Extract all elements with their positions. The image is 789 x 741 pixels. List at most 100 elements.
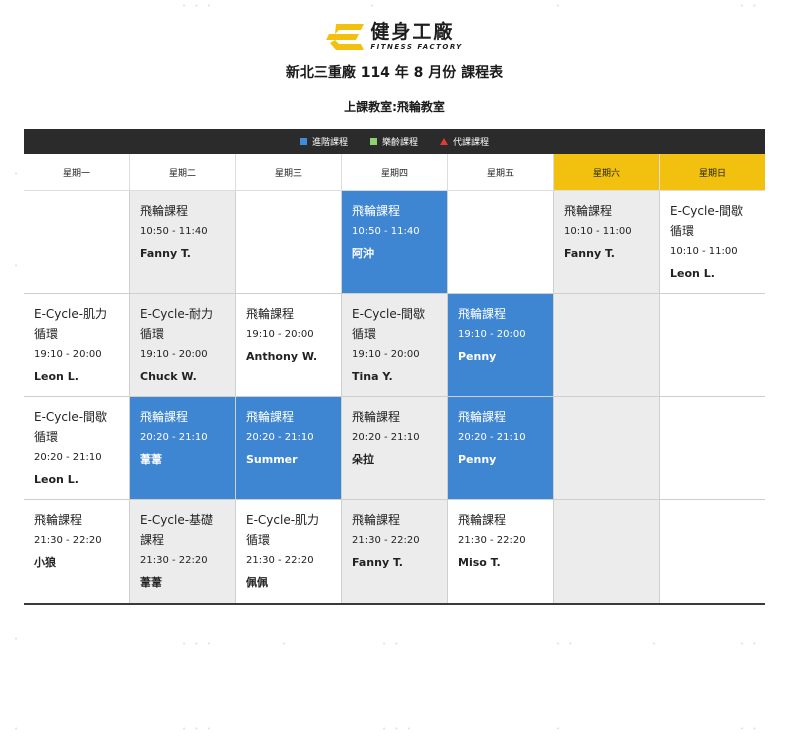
class-slot: E-Cycle-肌力循環 21:30 - 22:20 佩佩: [236, 500, 342, 603]
class-slot: 飛輪課程 19:10 - 20:00 Penny: [448, 294, 554, 396]
page-header: 健身工廠 FITNESS FACTORY 新北三重廠 114 年 8 月份 課程…: [0, 22, 789, 115]
class-slot: E-Cycle-基礎課程 21:30 - 22:20 葦葦: [130, 500, 236, 603]
empty-slot: [660, 500, 765, 603]
day-header-sun: 星期日: [660, 154, 765, 191]
class-slot: 飛輪課程 19:10 - 20:00 Anthony W.: [236, 294, 342, 396]
schedule-row: 飛輪課程 21:30 - 22:20 小狼 E-Cycle-基礎課程 21:30 - 2…: [24, 500, 765, 603]
schedule-row: E-Cycle-間歇循環 20:20 - 21:10 Leon L. 飛輪課程 20:2…: [24, 397, 765, 500]
class-name: 飛輪課程: [352, 410, 401, 424]
class-name: E-Cycle-基礎課程: [140, 513, 214, 547]
coach-name: Penny: [458, 350, 497, 363]
class-slot: E-Cycle-間歇循環 19:10 - 20:00 Tina Y.: [342, 294, 448, 396]
class-slot: 飛輪課程 21:30 - 22:20 Miso T.: [448, 500, 554, 603]
empty-slot: [660, 397, 765, 499]
empty-slot: [554, 397, 660, 499]
legend-senior: 樂齡課程: [369, 135, 418, 148]
legend-label: 進階課程: [311, 138, 348, 148]
class-time: 21:30 - 22:20: [246, 555, 314, 566]
class-name: 飛輪課程: [458, 307, 507, 321]
coach-name: Fanny T.: [564, 247, 615, 260]
day-header-row: 星期一 星期二 星期三 星期四 星期五 星期六 星期日: [24, 154, 765, 191]
class-time: 20:20 - 21:10: [246, 432, 314, 443]
schedule-row: E-Cycle-肌力循環 19:10 - 20:00 Leon L. E-Cycle-…: [24, 294, 765, 397]
schedule-body: 飛輪課程 10:50 - 11:40 Fanny T. 飛輪課程 10:50 - 11:…: [24, 191, 765, 603]
class-time: 10:10 - 11:00: [670, 246, 738, 257]
class-name: 飛輪課程: [246, 410, 295, 424]
day-header-fri: 星期五: [448, 154, 554, 191]
green-square-icon: [369, 138, 377, 145]
class-name: 飛輪課程: [352, 513, 401, 527]
class-slot: 飛輪課程 21:30 - 22:20 小狼: [24, 500, 130, 603]
coach-name: Leon L.: [34, 473, 79, 486]
coach-name: Tina Y.: [352, 370, 393, 383]
legend-bar: 進階課程 樂齡課程 代課課程: [24, 129, 765, 154]
coach-name: Leon L.: [670, 267, 715, 280]
class-name: E-Cycle-間歇循環: [352, 307, 426, 341]
coach-name: Anthony W.: [246, 350, 318, 363]
class-time: 10:50 - 11:40: [140, 226, 208, 237]
coach-name: Fanny T.: [352, 556, 403, 569]
class-name: 飛輪課程: [140, 204, 189, 218]
class-slot: 飛輪課程 10:10 - 11:00 Fanny T.: [554, 191, 660, 293]
class-name: E-Cycle-間歇循環: [34, 410, 108, 444]
empty-slot: [24, 191, 130, 293]
legend-label: 樂齡課程: [381, 138, 418, 148]
class-time: 21:30 - 22:20: [458, 535, 526, 546]
classroom-label: 上課教室:飛輪教室: [344, 100, 445, 114]
class-slot: E-Cycle-間歇循環 10:10 - 11:00 Leon L.: [660, 191, 765, 293]
coach-name: 葦葦: [140, 576, 162, 589]
coach-name: Fanny T.: [140, 247, 191, 260]
class-time: 20:20 - 21:10: [140, 432, 208, 443]
day-header-mon: 星期一: [24, 154, 130, 191]
class-time: 21:30 - 22:20: [140, 555, 208, 566]
class-time: 19:10 - 20:00: [352, 349, 420, 360]
class-time: 10:10 - 11:00: [564, 226, 632, 237]
class-time: 19:10 - 20:00: [458, 329, 526, 340]
class-time: 20:20 - 21:10: [352, 432, 420, 443]
blue-square-icon: [299, 138, 307, 145]
class-name: E-Cycle-肌力循環: [34, 307, 108, 341]
class-name: 飛輪課程: [458, 513, 507, 527]
schedule-title: 新北三重廠 114 年 8 月份 課程表: [285, 65, 504, 81]
class-name: 飛輪課程: [140, 410, 189, 424]
coach-name: 葦葦: [140, 453, 162, 466]
class-slot: 飛輪課程 20:20 - 21:10 Summer: [236, 397, 342, 499]
class-slot: E-Cycle-間歇循環 20:20 - 21:10 Leon L.: [24, 397, 130, 499]
coach-name: Penny: [458, 453, 497, 466]
class-slot: 飛輪課程 20:20 - 21:10 葦葦: [130, 397, 236, 499]
class-name: 飛輪課程: [34, 513, 83, 527]
day-header-sat: 星期六: [554, 154, 660, 191]
legend-advanced: 進階課程: [299, 135, 348, 148]
empty-slot: [448, 191, 554, 293]
class-name: E-Cycle-耐力循環: [140, 307, 214, 341]
class-slot: 飛輪課程 10:50 - 11:40 Fanny T.: [130, 191, 236, 293]
fitness-factory-logo-icon: [326, 24, 365, 50]
brand-name-en: FITNESS FACTORY: [370, 43, 463, 51]
class-time: 19:10 - 20:00: [246, 329, 314, 340]
brand-logo: 健身工廠 FITNESS FACTORY: [0, 22, 789, 52]
class-name: 飛輪課程: [458, 410, 507, 424]
coach-name: Miso T.: [458, 556, 501, 569]
class-name: 飛輪課程: [246, 307, 295, 321]
brand-name-cn: 健身工廠: [370, 21, 455, 43]
empty-slot: [660, 294, 765, 396]
class-time: 19:10 - 20:00: [34, 349, 102, 360]
schedule-grid: 星期一 星期二 星期三 星期四 星期五 星期六 星期日 飛輪課程 10:50 - …: [24, 154, 765, 605]
class-slot: E-Cycle-肌力循環 19:10 - 20:00 Leon L.: [24, 294, 130, 396]
coach-name: Leon L.: [34, 370, 79, 383]
red-triangle-icon: [440, 138, 448, 145]
class-slot: 飛輪課程 10:50 - 11:40 阿沖: [342, 191, 448, 293]
coach-name: 朵拉: [352, 453, 374, 466]
empty-slot: [236, 191, 342, 293]
class-time: 21:30 - 22:20: [352, 535, 420, 546]
day-header-tue: 星期二: [130, 154, 236, 191]
class-name: 飛輪課程: [564, 204, 613, 218]
coach-name: Summer: [246, 453, 298, 466]
class-slot: 飛輪課程 20:20 - 21:10 朵拉: [342, 397, 448, 499]
class-time: 19:10 - 20:00: [140, 349, 208, 360]
coach-name: Chuck W.: [140, 370, 197, 383]
class-time: 20:20 - 21:10: [458, 432, 526, 443]
class-name: 飛輪課程: [352, 204, 401, 218]
empty-slot: [554, 500, 660, 603]
day-header-thu: 星期四: [342, 154, 448, 191]
